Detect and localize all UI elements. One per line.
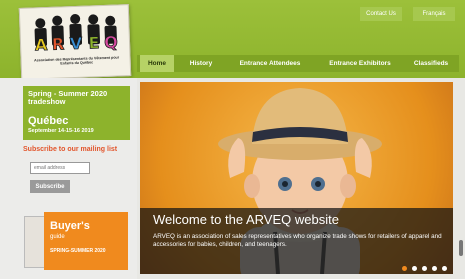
nav-home[interactable]: Home	[140, 55, 174, 72]
hero-description: ARVEQ is an association of sales represe…	[153, 233, 442, 248]
guide-subtitle: guide	[50, 234, 65, 240]
arveq-logo[interactable]: A R V E Q Association des Représentants …	[18, 4, 132, 80]
nav-entrance-attendees[interactable]: Entrance Attendees	[230, 55, 310, 72]
slide-dot-4[interactable]	[432, 266, 437, 271]
tradeshow-season: Spring - Summer 2020 tradeshow	[28, 89, 108, 106]
guide-season: SPRING-SUMMER 2020	[50, 248, 106, 254]
scrollbar-thumb[interactable]	[459, 240, 463, 256]
logo-figures-graphic: A R V E Q	[32, 11, 120, 55]
hero-title: Welcome to the ARVEQ website	[153, 212, 339, 227]
slide-dot-1[interactable]	[402, 266, 407, 271]
tradeshow-dates: September 14-15-16 2019	[28, 128, 94, 134]
subscribe-button[interactable]: Subscribe	[30, 180, 70, 193]
svg-text:R: R	[52, 34, 65, 53]
email-field[interactable]	[30, 162, 90, 174]
tradeshow-city: Québec	[28, 115, 69, 127]
svg-text:Q: Q	[104, 33, 118, 52]
svg-text:E: E	[88, 33, 100, 52]
guide-title: Buyer's	[50, 220, 90, 232]
subscribe-heading: Subscribe to our mailing list	[23, 146, 118, 153]
logo-tagline: Association des Représentants du Vêtemen…	[34, 55, 120, 66]
slide-dot-5[interactable]	[442, 266, 447, 271]
nav-entrance-exhibitors[interactable]: Entrance Exhibitors	[318, 55, 402, 72]
nav-classifieds[interactable]: Classifieds	[404, 55, 458, 72]
language-toggle-link[interactable]: Français	[413, 7, 455, 21]
slide-dot-2[interactable]	[412, 266, 417, 271]
buyers-guide-promo[interactable]: Buyer's guide SPRING-SUMMER 2020	[24, 212, 128, 272]
svg-text:V: V	[70, 34, 84, 53]
contact-us-link[interactable]: Contact Us	[360, 7, 402, 21]
slide-dot-3[interactable]	[422, 266, 427, 271]
nav-history[interactable]: History	[182, 55, 220, 72]
hero-slider[interactable]: Welcome to the ARVEQ website ARVEQ is an…	[140, 82, 453, 274]
tradeshow-banner[interactable]: Spring - Summer 2020 tradeshow Québec Se…	[23, 86, 130, 140]
svg-text:A: A	[35, 35, 49, 54]
